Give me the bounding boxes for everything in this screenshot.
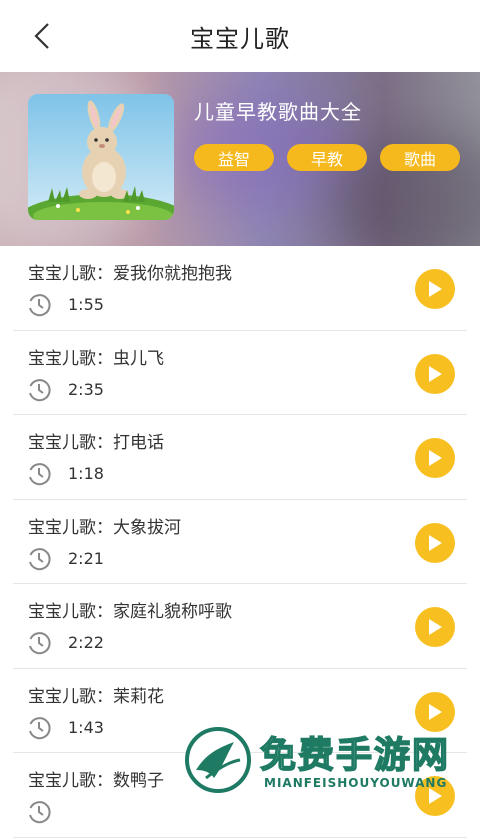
play-button[interactable] [415, 438, 455, 478]
song-duration: 2:35 [68, 379, 104, 399]
tag-puzzle[interactable]: 益智 [194, 144, 274, 171]
tag-early-education[interactable]: 早教 [287, 144, 367, 171]
song-duration: 2:22 [68, 633, 104, 652]
play-icon [429, 534, 442, 551]
play-icon [429, 365, 442, 382]
play-icon [429, 619, 442, 635]
watermark-logo-icon [185, 727, 251, 793]
song-title: 宝宝儿歌：打电话 [28, 433, 164, 453]
song-duration: 2:21 [68, 548, 104, 568]
chevron-left-icon [34, 23, 49, 49]
song-row[interactable]: 宝宝儿歌：家庭礼貌称呼歌 2:22 [13, 584, 467, 669]
album-header: 儿童早教歌曲大全 益智 早教 歌曲 [0, 72, 480, 246]
song-row[interactable]: 宝宝儿歌：爱我你就抱抱我 1:55 [13, 246, 467, 331]
tag-songs[interactable]: 歌曲 [380, 144, 460, 171]
clock-icon [29, 378, 51, 401]
album-cover-image [28, 94, 174, 220]
watermark: 免费手游网 MIANFEISHOUYOUWANG [184, 722, 480, 800]
clock-icon [29, 801, 51, 824]
play-icon [429, 450, 442, 466]
back-button[interactable] [22, 16, 62, 56]
watermark-subtext: MIANFEISHOUYOUWANG [264, 776, 448, 790]
page-title: 宝宝儿歌 [190, 24, 290, 53]
song-title: 宝宝儿歌：虫儿飞 [28, 348, 164, 369]
play-button[interactable] [415, 522, 455, 563]
clock-icon [29, 294, 51, 317]
album-tags: 益智 早教 歌曲 [194, 144, 460, 171]
play-button[interactable] [415, 269, 455, 309]
top-nav-bar: 宝宝儿歌 [0, 0, 480, 73]
play-button[interactable] [415, 353, 455, 394]
song-title: 宝宝儿歌：大象拔河 [28, 517, 181, 538]
song-title: 宝宝儿歌：数鸭子 [28, 771, 164, 791]
song-title: 宝宝儿歌：茉莉花 [28, 686, 164, 707]
song-duration: 1:18 [68, 464, 104, 483]
song-duration: 1:55 [68, 295, 104, 314]
clock-icon [29, 716, 51, 739]
play-icon [429, 703, 442, 720]
watermark-text: 免费手游网 [259, 734, 451, 777]
clock-icon [29, 547, 51, 570]
song-title: 宝宝儿歌：家庭礼貌称呼歌 [28, 602, 232, 622]
song-duration: 1:43 [68, 717, 104, 737]
clock-icon [29, 632, 51, 655]
song-row[interactable]: 宝宝儿歌：打电话 1:18 [13, 415, 467, 500]
play-button[interactable] [415, 607, 455, 647]
song-row[interactable]: 宝宝儿歌：虫儿飞 2:35 [13, 331, 467, 415]
album-title: 儿童早教歌曲大全 [194, 100, 362, 124]
song-row[interactable]: 宝宝儿歌：大象拔河 2:21 [13, 500, 467, 584]
song-title: 宝宝儿歌：爱我你就抱抱我 [28, 264, 232, 284]
play-icon [429, 281, 442, 297]
clock-icon [29, 463, 51, 486]
